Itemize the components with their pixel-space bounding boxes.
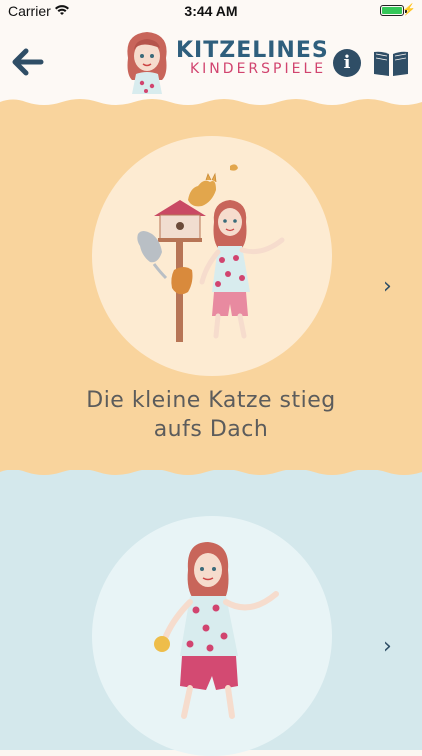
brand-subtitle: KINDERSPIELE — [190, 61, 327, 77]
status-bar: Carrier 3:44 AM ⚡ — [0, 0, 422, 22]
battery-icon — [380, 5, 407, 16]
brand-title: KITZELINES — [176, 38, 329, 63]
app-header: KITZELINES KINDERSPIELE i — [0, 22, 422, 102]
wave-divider-top — [0, 96, 422, 105]
girl-ball-illustration — [154, 542, 279, 719]
game-caption-1: Die kleine Katze stieg aufs Dach — [0, 386, 422, 444]
next-chevron-icon[interactable]: › — [383, 634, 392, 659]
logo-girl-icon — [127, 32, 167, 94]
back-arrow-icon[interactable] — [12, 48, 44, 76]
brand-logo: KITZELINES KINDERSPIELE — [176, 38, 329, 77]
next-chevron-icon[interactable]: › — [383, 274, 392, 299]
charging-icon: ⚡ — [402, 4, 416, 16]
wave-divider-middle — [0, 466, 422, 475]
clock: 3:44 AM — [184, 3, 238, 19]
info-button[interactable]: i — [333, 49, 361, 77]
caption-line-1: Die kleine Katze stieg — [86, 388, 336, 413]
book-icon[interactable] — [372, 48, 410, 78]
caption-line-2: aufs Dach — [153, 417, 269, 442]
cat-birdhouse-illustration — [137, 164, 285, 342]
